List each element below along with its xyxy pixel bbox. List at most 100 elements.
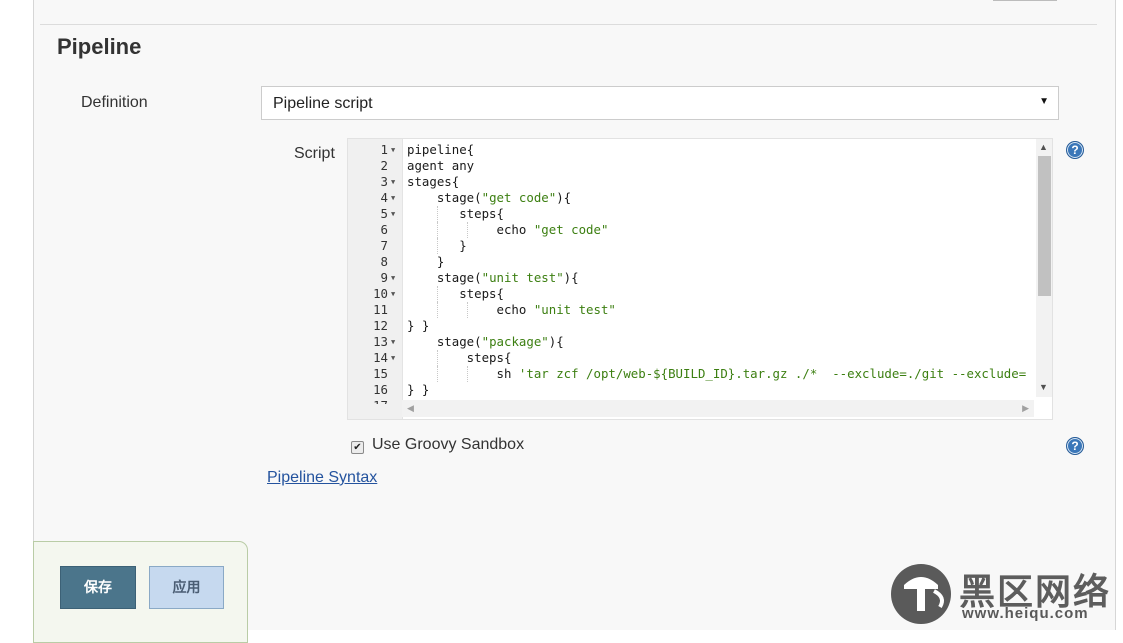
code-line[interactable]: 14 ▼ steps{ [348, 350, 1038, 366]
code-line[interactable]: 15 sh 'tar zcf /opt/web-${BUILD_ID}.tar.… [348, 366, 1038, 382]
line-number: 13 [373, 334, 388, 349]
code-token: steps{ [407, 206, 504, 221]
string-literal: "package" [481, 334, 549, 349]
line-number: 8 [380, 254, 388, 269]
watermark-url: www.heiqu.com [962, 605, 1089, 622]
definition-selected-value: Pipeline script [273, 95, 373, 112]
scroll-down-arrow-icon[interactable]: ▼ [1039, 382, 1048, 392]
scroll-up-arrow-icon[interactable]: ▲ [1039, 142, 1048, 152]
save-button[interactable]: 保存 [60, 566, 136, 609]
code-line[interactable]: 4 ▼ stage("get code"){ [348, 190, 1038, 206]
code-line[interactable]: 8 } [348, 254, 1038, 270]
definition-select[interactable]: Pipeline script ▼ [261, 86, 1059, 120]
line-number: 12 [373, 318, 388, 333]
section-title: Pipeline [57, 34, 142, 59]
fold-toggle-icon[interactable]: ▼ [391, 270, 395, 286]
code-area[interactable]: 1 ▼ pipeline{2 agent any 3 ▼ stages{4 ▼ stage("… [348, 142, 1038, 404]
fold-toggle-icon[interactable]: ▼ [391, 286, 395, 302]
code-token: steps{ [407, 350, 512, 365]
editor-horizontal-scrollbar[interactable]: ◀ ▶ [402, 400, 1034, 417]
script-label: Script [294, 145, 335, 162]
groovy-sandbox-label: Use Groovy Sandbox [372, 436, 525, 453]
watermark-logo-icon [891, 564, 951, 624]
code-line[interactable]: 9 ▼ stage("unit test"){ [348, 270, 1038, 286]
code-token: } [407, 254, 445, 269]
sandbox-help-icon[interactable]: ? [1066, 437, 1084, 455]
line-number: 1 [380, 142, 388, 157]
code-token: } [407, 238, 467, 253]
fold-toggle-icon[interactable]: ▼ [391, 142, 395, 158]
fold-toggle-icon[interactable]: ▼ [391, 174, 395, 190]
fold-toggle-icon[interactable]: ▼ [391, 398, 395, 404]
fold-toggle-icon[interactable]: ▼ [391, 190, 395, 206]
code-text: } [407, 254, 444, 270]
line-number: 17 [348, 398, 388, 404]
script-help-icon[interactable]: ? [1066, 141, 1084, 159]
fold-toggle-icon[interactable]: ▼ [391, 206, 395, 222]
line-number: 2 [380, 158, 388, 173]
code-token: ){ [548, 334, 564, 349]
code-line[interactable]: 13 ▼ stage("package"){ [348, 334, 1038, 350]
code-token: ){ [556, 190, 572, 205]
code-text: } } [407, 318, 429, 334]
line-number: 9 [380, 270, 388, 285]
code-token: stages{ [407, 174, 460, 189]
line-number: 15 [373, 366, 388, 381]
code-text: agent any [407, 158, 474, 174]
scroll-left-arrow-icon[interactable]: ◀ [407, 403, 414, 414]
line-number: 11 [373, 302, 388, 317]
code-line[interactable]: 5 ▼ steps{ [348, 206, 1038, 222]
apply-button[interactable]: 应用 [149, 566, 224, 609]
code-token: ){ [563, 270, 579, 285]
code-text: stage("package"){ [407, 334, 564, 350]
code-token: sh [407, 366, 519, 381]
code-line[interactable]: 2 agent any [348, 158, 1038, 174]
line-number: 5 [380, 206, 388, 221]
section-divider [40, 24, 1097, 25]
scroll-right-arrow-icon[interactable]: ▶ [1022, 403, 1029, 414]
code-token: echo [407, 302, 534, 317]
code-text: } } [407, 382, 429, 398]
code-text: steps{ [407, 350, 512, 366]
line-number: 10 [373, 286, 388, 301]
code-token: pipeline{ [407, 142, 475, 157]
code-text: stage("unit test"){ [407, 270, 579, 286]
line-number: 14 [373, 350, 388, 365]
scrollbar-thumb[interactable] [1038, 156, 1051, 296]
code-text: pipeline{ [407, 142, 474, 158]
script-editor[interactable]: 1 ▼ pipeline{2 agent any 3 ▼ stages{4 ▼ stage("… [347, 138, 1053, 420]
line-number: 16 [373, 382, 388, 397]
code-text: sh 'tar zcf /opt/web-${BUILD_ID}.tar.gz … [407, 366, 1027, 382]
top-button-edge [993, 0, 1057, 1]
fold-toggle-icon[interactable]: ▼ [391, 334, 395, 350]
string-literal: "unit test" [533, 302, 616, 317]
code-token: } } [407, 382, 430, 397]
line-number: 3 [380, 174, 388, 189]
code-token: stage( [407, 334, 482, 349]
code-line[interactable]: 11 echo "unit test" [348, 302, 1038, 318]
code-line[interactable]: 16 } } [348, 382, 1038, 398]
code-token: stage( [407, 190, 482, 205]
code-line[interactable]: 12 } } [348, 318, 1038, 334]
code-line[interactable]: 7 } [348, 238, 1038, 254]
pipeline-syntax-link[interactable]: Pipeline Syntax [267, 469, 377, 487]
code-token: steps{ [407, 286, 504, 301]
code-token: stage( [407, 270, 482, 285]
fold-toggle-icon[interactable]: ▼ [391, 350, 395, 366]
code-line[interactable]: 6 echo "get code" [348, 222, 1038, 238]
string-literal: "unit test" [481, 270, 564, 285]
string-literal: "get code" [481, 190, 557, 205]
code-line[interactable]: 1 ▼ pipeline{ [348, 142, 1038, 158]
code-token: agent any [407, 158, 475, 173]
string-literal: "get code" [533, 222, 609, 237]
code-line[interactable]: 3 ▼ stages{ [348, 174, 1038, 190]
code-line[interactable]: 10 ▼ steps{ [348, 286, 1038, 302]
string-literal: 'tar zcf /opt/web-${BUILD_ID}.tar.gz ./*… [518, 366, 1027, 381]
editor-vertical-scrollbar[interactable]: ▲ ▼ [1036, 139, 1052, 397]
code-text: } [407, 238, 467, 254]
groovy-sandbox-checkbox[interactable]: ✔ [351, 441, 364, 454]
code-token: echo [407, 222, 534, 237]
code-text: stages{ [407, 174, 459, 190]
code-token: } } [407, 318, 430, 333]
dropdown-caret-icon: ▼ [1039, 96, 1049, 107]
